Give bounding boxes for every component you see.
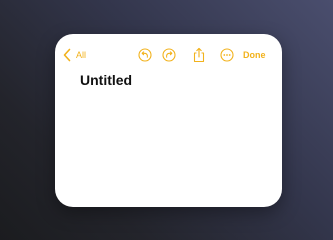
- redo-icon: [162, 48, 176, 62]
- share-button[interactable]: [190, 46, 208, 64]
- toolbar: All Done: [55, 34, 282, 76]
- undo-button[interactable]: [136, 46, 154, 64]
- done-button[interactable]: Done: [243, 46, 266, 64]
- chevron-left-icon: [63, 48, 71, 62]
- more-icon: [220, 48, 234, 62]
- share-icon: [192, 47, 206, 63]
- more-button[interactable]: [218, 46, 236, 64]
- undo-icon: [138, 48, 152, 62]
- note-body[interactable]: [80, 92, 265, 192]
- note-title[interactable]: Untitled: [80, 71, 132, 89]
- notes-window: All Done Untitled: [55, 34, 282, 207]
- back-label: All: [76, 50, 87, 60]
- back-button[interactable]: All: [63, 46, 86, 64]
- redo-button[interactable]: [160, 46, 178, 64]
